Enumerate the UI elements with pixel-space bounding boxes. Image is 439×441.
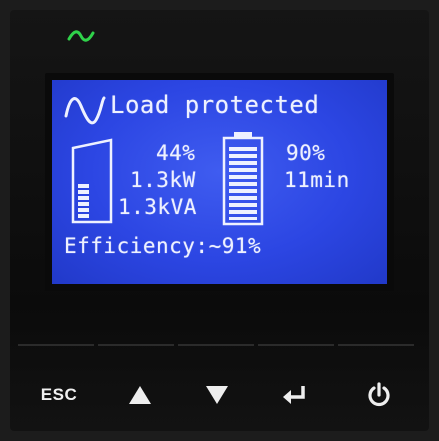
lcd-display: Load protected 44% 1.3kW 1.3kVA 90% 11mi… <box>52 80 387 284</box>
enter-button[interactable] <box>256 356 334 434</box>
status-led-icon <box>67 30 95 42</box>
sine-wave-icon <box>64 96 106 125</box>
ups-front-panel: Load protected 44% 1.3kW 1.3kVA 90% 11mi… <box>0 0 439 441</box>
load-apparent-power: 1.3kVA <box>118 195 197 219</box>
button-divider <box>178 344 254 346</box>
power-icon <box>368 382 390 407</box>
esc-button[interactable]: ESC <box>20 356 98 434</box>
efficiency-text: Efficiency:~91% <box>64 234 262 258</box>
up-button[interactable] <box>101 356 179 434</box>
load-level-icon <box>71 138 113 224</box>
load-percent: 44% <box>156 141 196 165</box>
down-button[interactable] <box>178 356 256 434</box>
down-arrow-icon <box>206 386 228 404</box>
button-divider <box>98 344 174 346</box>
status-text: Load protected <box>110 91 320 119</box>
button-divider <box>18 344 94 346</box>
power-button[interactable] <box>340 356 418 434</box>
button-divider <box>258 344 334 346</box>
up-arrow-icon <box>129 386 151 404</box>
load-power: 1.3kW <box>130 168 196 192</box>
battery-runtime: 11min <box>284 168 350 192</box>
button-divider <box>338 344 414 346</box>
enter-icon <box>283 386 305 404</box>
battery-level-icon <box>222 132 264 226</box>
battery-charge: 90% <box>286 141 326 165</box>
esc-label: ESC <box>40 385 78 404</box>
